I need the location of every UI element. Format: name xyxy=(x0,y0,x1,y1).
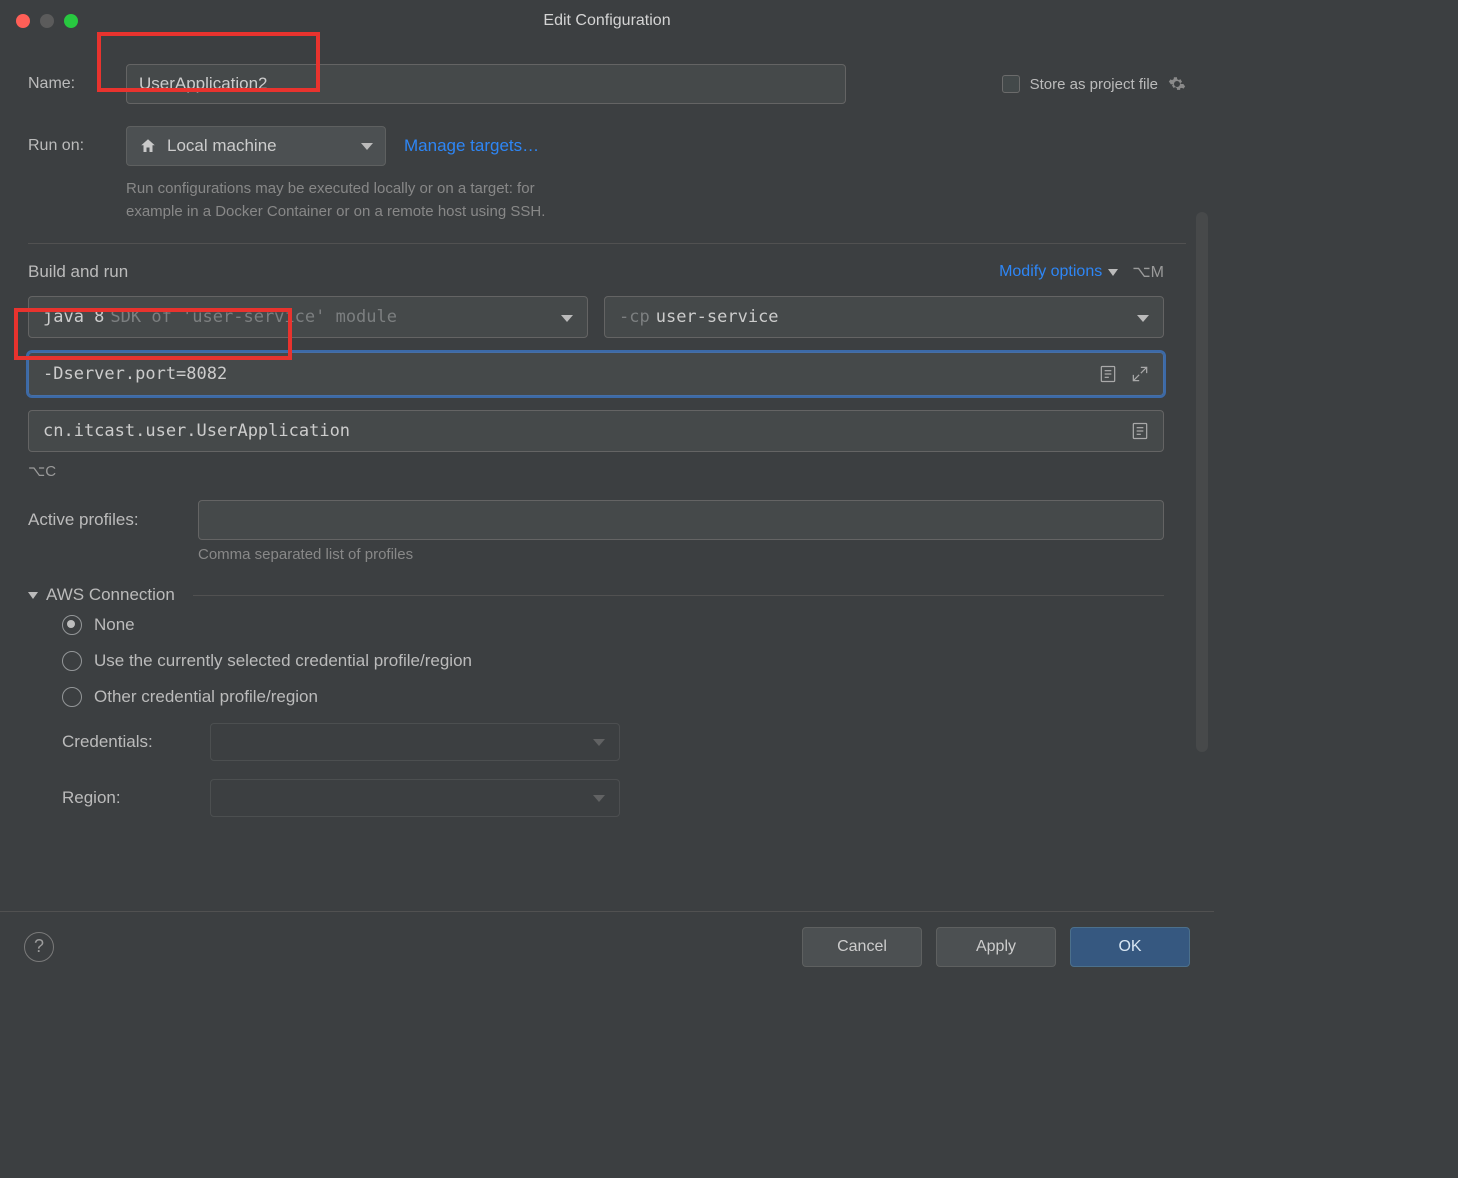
active-profiles-hint: Comma separated list of profiles xyxy=(198,546,1164,563)
region-select xyxy=(210,779,620,817)
credentials-label: Credentials: xyxy=(62,732,210,752)
modify-options-link[interactable]: Modify options xyxy=(999,263,1118,281)
classpath-select[interactable]: -cp user-service xyxy=(604,296,1164,338)
chevron-down-icon xyxy=(1108,269,1118,276)
vm-options-input[interactable] xyxy=(28,352,1164,396)
history-icon[interactable] xyxy=(1130,421,1150,441)
store-as-project-file-checkbox[interactable] xyxy=(1002,75,1020,93)
sdk-select[interactable]: java 8 SDK of 'user-service' module xyxy=(28,296,588,338)
credentials-select xyxy=(210,723,620,761)
name-input[interactable] xyxy=(126,64,846,104)
home-icon xyxy=(139,137,157,155)
aws-connection-toggle[interactable]: AWS Connection xyxy=(28,585,1164,605)
aws-current-profile-radio[interactable] xyxy=(62,651,82,671)
window-title: Edit Configuration xyxy=(543,12,670,30)
scrollbar[interactable] xyxy=(1196,212,1208,752)
aws-none-label: None xyxy=(94,615,135,635)
run-on-select[interactable]: Local machine xyxy=(126,126,386,166)
build-and-run-title: Build and run xyxy=(28,262,128,282)
chevron-down-icon xyxy=(361,143,373,150)
active-profiles-label: Active profiles: xyxy=(28,510,198,530)
main-class-input[interactable] xyxy=(28,410,1164,452)
help-button[interactable]: ? xyxy=(24,932,54,962)
aws-other-profile-label: Other credential profile/region xyxy=(94,687,318,707)
manage-targets-link[interactable]: Manage targets… xyxy=(404,136,539,156)
run-on-hint-2: example in a Docker Container or on a re… xyxy=(126,201,1186,224)
chevron-down-icon xyxy=(593,795,605,802)
store-as-project-file-label: Store as project file xyxy=(1030,76,1158,93)
chevron-down-icon xyxy=(561,315,573,322)
window-minimize-button[interactable] xyxy=(40,14,54,28)
run-on-value: Local machine xyxy=(167,136,351,156)
main-class-shortcut: ⌥C xyxy=(28,462,1164,480)
run-on-hint-1: Run configurations may be executed local… xyxy=(126,178,1186,201)
expand-icon[interactable] xyxy=(1130,364,1150,384)
aws-current-profile-label: Use the currently selected credential pr… xyxy=(94,651,472,671)
modify-options-shortcut: ⌥M xyxy=(1132,262,1164,282)
gear-icon[interactable] xyxy=(1168,75,1186,93)
aws-other-profile-radio[interactable] xyxy=(62,687,82,707)
active-profiles-input[interactable] xyxy=(198,500,1164,540)
run-on-label: Run on: xyxy=(28,137,126,155)
name-label: Name: xyxy=(28,75,126,93)
ok-button[interactable]: OK xyxy=(1070,927,1190,967)
aws-none-radio[interactable] xyxy=(62,615,82,635)
chevron-down-icon xyxy=(1137,315,1149,322)
chevron-down-icon xyxy=(593,739,605,746)
chevron-down-icon xyxy=(28,592,38,599)
window-close-button[interactable] xyxy=(16,14,30,28)
history-icon[interactable] xyxy=(1098,364,1118,384)
apply-button[interactable]: Apply xyxy=(936,927,1056,967)
region-label: Region: xyxy=(62,788,210,808)
cancel-button[interactable]: Cancel xyxy=(802,927,922,967)
window-zoom-button[interactable] xyxy=(64,14,78,28)
